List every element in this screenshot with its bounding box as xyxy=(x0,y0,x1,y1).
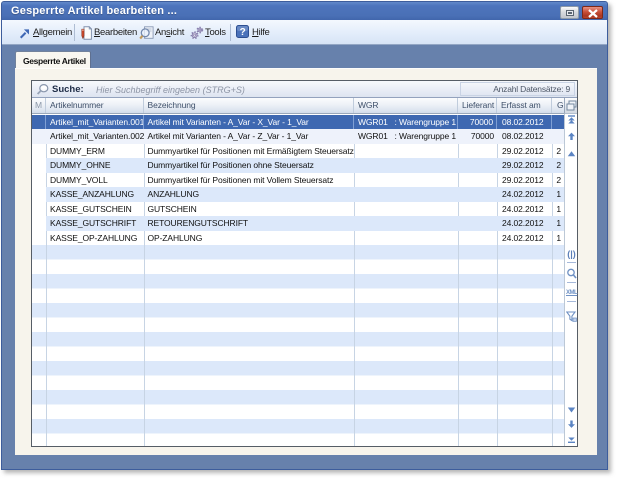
svg-text:?: ? xyxy=(240,27,246,38)
